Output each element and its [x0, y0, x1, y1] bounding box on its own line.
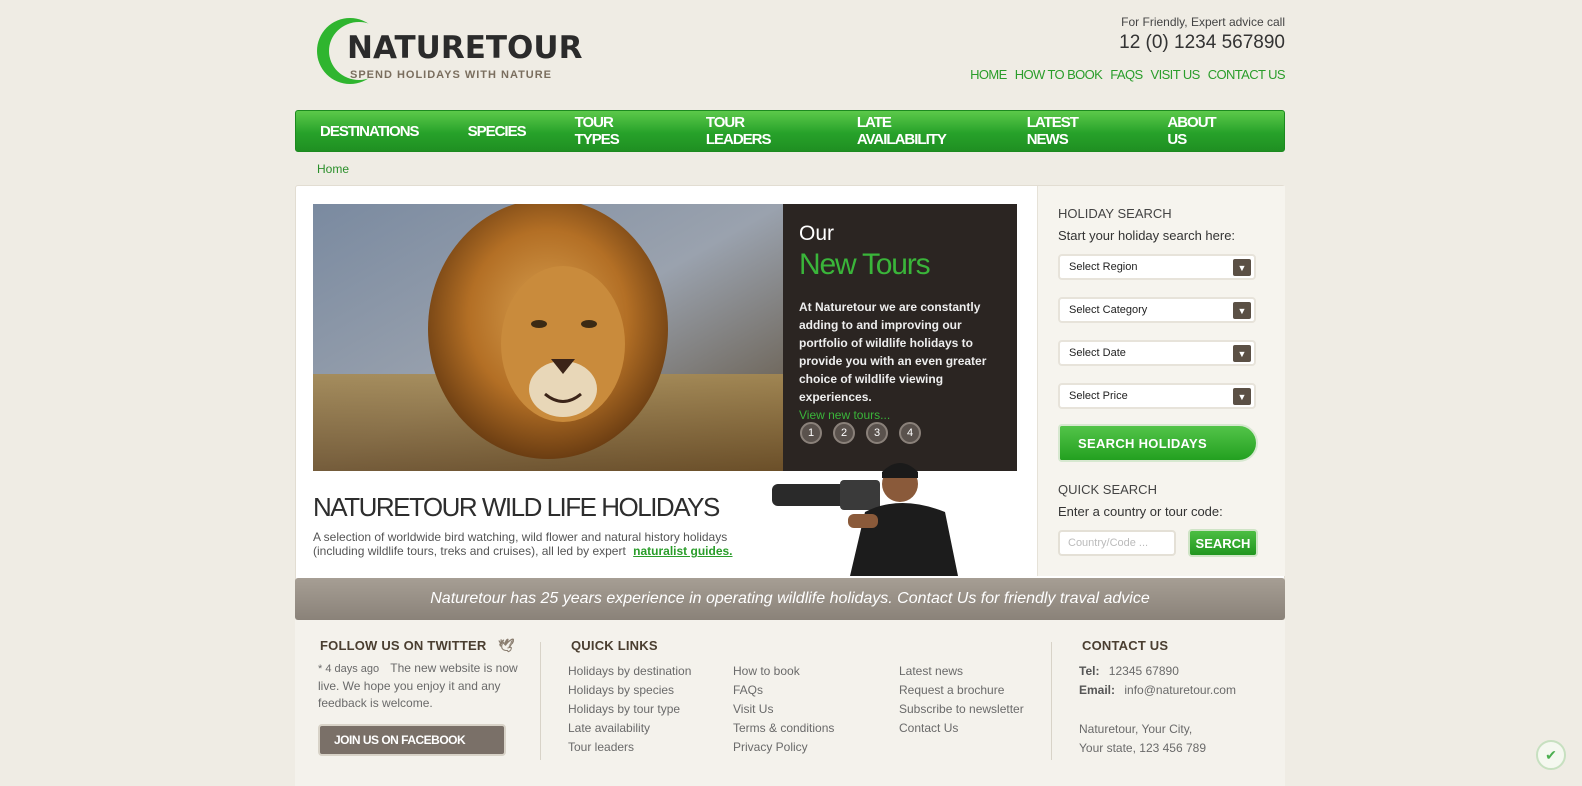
footer-link[interactable]: Privacy Policy [733, 738, 834, 757]
tweet-time: * 4 days ago [318, 663, 380, 675]
select-region-value: Select Region [1069, 261, 1138, 273]
footer-link[interactable]: FAQs [733, 681, 834, 700]
slider-dot-1[interactable]: 1 [800, 422, 822, 444]
nav-tour-leaders[interactable]: TOUR LEADERS [706, 114, 808, 148]
footer-link[interactable]: Holidays by tour type [568, 700, 691, 719]
lion-illustration [313, 204, 783, 471]
slider-new-tours: New Tours [799, 248, 931, 281]
slider-dot-3[interactable]: 3 [866, 422, 888, 444]
select-date[interactable]: Select Date ▼ [1058, 340, 1256, 366]
quick-search-button[interactable]: SEARCH [1188, 529, 1258, 557]
info-banner: Naturetour has 25 years experience in op… [295, 578, 1285, 620]
footer-link[interactable]: Request a brochure [899, 681, 1024, 700]
toplink-contact-us[interactable]: CONTACT US [1208, 67, 1286, 82]
footer-link[interactable]: Holidays by destination [568, 662, 691, 681]
logo-tagline: SPEND HOLIDAYS WITH NATURE [350, 69, 553, 81]
footer-link[interactable]: Subscribe to newsletter [899, 700, 1024, 719]
tweet: * 4 days ago The new website is now live… [318, 660, 528, 712]
breadcrumb[interactable]: Home [317, 162, 349, 176]
chevron-down-icon: ▼ [1233, 302, 1251, 319]
main-content: Our New Tours At Naturetour we are const… [295, 185, 1285, 585]
select-category-value: Select Category [1069, 304, 1148, 316]
slider-text: At Naturetour we are constantly adding t… [799, 300, 987, 404]
footer-link[interactable]: Terms & conditions [733, 719, 834, 738]
shield-check-icon[interactable]: ✔ [1536, 740, 1566, 770]
naturalist-guides-link[interactable]: naturalist guides. [633, 544, 732, 558]
twitter-title: FOLLOW US ON TWITTER 🕊 [320, 638, 515, 654]
view-new-tours-link[interactable]: View new tours... [799, 408, 1001, 422]
chevron-down-icon: ▼ [1233, 345, 1251, 362]
nav-destinations[interactable]: DESTINATIONS [320, 123, 420, 140]
twitter-title-text: FOLLOW US ON TWITTER [320, 638, 487, 653]
sidebar: HOLIDAY SEARCH Start your holiday search… [1037, 186, 1285, 576]
tel-label: Tel: [1079, 664, 1100, 678]
nav-tour-types[interactable]: TOUR TYPES [575, 114, 657, 148]
slider-our: Our [799, 222, 835, 245]
join-facebook-button[interactable]: JOIN US ON FACEBOOK [318, 724, 506, 756]
select-date-value: Select Date [1069, 347, 1126, 359]
intro-text: A selection of worldwide bird watching, … [313, 530, 753, 558]
toplink-how-to-book[interactable]: HOW TO BOOK [1015, 67, 1103, 82]
nav-about-us[interactable]: ABOUT US [1167, 114, 1235, 148]
footer-link[interactable]: Late availability [568, 719, 691, 738]
photographer-illustration [772, 463, 958, 576]
footer-link[interactable]: Visit Us [733, 700, 834, 719]
footer-link[interactable]: Latest news [899, 662, 1024, 681]
select-price[interactable]: Select Price ▼ [1058, 383, 1256, 409]
contact-details: Tel: 12345 67890 Email: info@naturetour.… [1079, 662, 1236, 758]
footer: FOLLOW US ON TWITTER 🕊 * 4 days ago The … [295, 620, 1285, 786]
top-links: HOME HOW TO BOOK FAQS VISIT US CONTACT U… [970, 67, 1286, 82]
quick-search-subtitle: Enter a country or tour code: [1058, 504, 1223, 519]
select-price-value: Select Price [1069, 390, 1128, 402]
chevron-down-icon: ▼ [1233, 388, 1251, 405]
footer-link[interactable]: How to book [733, 662, 834, 681]
contact-spacer [1079, 700, 1236, 720]
slider-panel: Our New Tours At Naturetour we are const… [783, 204, 1017, 471]
quick-search-input[interactable]: Country/Code ... [1058, 530, 1176, 556]
toplink-home[interactable]: HOME [970, 67, 1007, 82]
holiday-search-subtitle: Start your holiday search here: [1058, 228, 1236, 243]
contact-tel: Tel: 12345 67890 [1079, 662, 1236, 681]
quick-links-col2: How to book FAQs Visit Us Terms & condit… [733, 662, 834, 757]
main-nav: DESTINATIONS SPECIES TOUR TYPES TOUR LEA… [295, 110, 1285, 152]
nav-latest-news[interactable]: LATEST NEWS [1027, 114, 1119, 148]
quick-search-title: QUICK SEARCH [1058, 482, 1157, 497]
toplink-faqs[interactable]: FAQS [1110, 67, 1143, 82]
slider-dot-4[interactable]: 4 [899, 422, 921, 444]
address-line-1: Naturetour, Your City, [1079, 722, 1193, 736]
slider-dot-2[interactable]: 2 [833, 422, 855, 444]
photographer-image [770, 454, 970, 576]
logo[interactable]: NATURETOUR SPEND HOLIDAYS WITH NATURE [317, 18, 582, 88]
search-holidays-button[interactable]: SEARCH HOLIDAYS [1058, 424, 1258, 462]
select-category[interactable]: Select Category ▼ [1058, 297, 1256, 323]
slider-pagination: 1 2 3 4 [800, 422, 921, 444]
footer-link[interactable]: Holidays by species [568, 681, 691, 700]
advice-text: For Friendly, Expert advice call [1121, 15, 1285, 29]
nav-species[interactable]: SPECIES [468, 123, 527, 140]
phone-number: 12 (0) 1234 567890 [1119, 32, 1285, 53]
footer-divider [540, 642, 541, 760]
chevron-down-icon: ▼ [1233, 259, 1251, 276]
email-value[interactable]: info@naturetour.com [1124, 683, 1236, 697]
quick-links-title: QUICK LINKS [571, 638, 658, 653]
contact-email: Email: info@naturetour.com [1079, 681, 1236, 700]
email-label: Email: [1079, 683, 1116, 697]
quick-links-col1: Holidays by destination Holidays by spec… [568, 662, 691, 757]
logo-name: NATURETOUR [347, 30, 583, 66]
address-line-2: Your state, 123 456 789 [1079, 741, 1206, 755]
footer-divider [1051, 642, 1052, 760]
nav-late-availability[interactable]: LATE AVAILABILITY [857, 114, 978, 148]
footer-link[interactable]: Tour leaders [568, 738, 691, 757]
tel-value: 12345 67890 [1108, 664, 1179, 678]
bird-icon: 🕊 [498, 638, 516, 653]
quick-links-col3: Latest news Request a brochure Subscribe… [899, 662, 1024, 738]
page-title: NATURETOUR WILD LIFE HOLIDAYS [313, 492, 720, 522]
footer-link[interactable]: Contact Us [899, 719, 1024, 738]
toplink-visit-us[interactable]: VISIT US [1151, 67, 1201, 82]
slider-lion-image [313, 204, 783, 471]
select-region[interactable]: Select Region ▼ [1058, 254, 1256, 280]
holiday-search-title: HOLIDAY SEARCH [1058, 206, 1172, 221]
contact-title: CONTACT US [1082, 638, 1169, 653]
